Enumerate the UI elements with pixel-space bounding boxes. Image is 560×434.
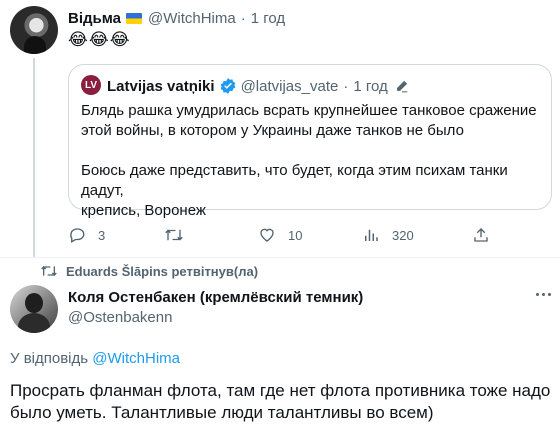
author-handle[interactable]: @Ostenbakenn <box>68 309 172 326</box>
tweet-actions: 3 10 320 <box>68 226 498 246</box>
reply-count: 3 <box>98 227 106 243</box>
retweeted-by-label[interactable]: Eduards Šlāpins ретвітнув(ла) <box>66 263 258 279</box>
author-name[interactable]: Коля Остенбакен (кремлёвский темник) <box>68 289 363 306</box>
share-button[interactable] <box>472 226 490 244</box>
quoted-avatar[interactable]: LV <box>81 75 101 95</box>
thread-line <box>33 58 35 258</box>
quoted-tweet-header: Latvijas vatņiki @latvijas_vate · 1 год <box>107 76 410 96</box>
like-button[interactable]: 10 <box>258 226 302 244</box>
views-button[interactable]: 320 <box>362 226 414 244</box>
reply-context: У відповідь @WitchHima <box>10 350 180 367</box>
like-count: 10 <box>288 227 303 243</box>
tweet-text: 😂😂😂 <box>68 30 131 49</box>
edited-pencil-icon[interactable] <box>394 78 410 94</box>
more-options-icon[interactable] <box>536 293 551 296</box>
tweet[interactable]: Відьма @WitchHima · 1 год 😂😂😂 LV Latvija… <box>0 0 560 258</box>
view-count: 320 <box>392 227 414 243</box>
retweet-indicator-icon <box>40 263 58 279</box>
reply-mention-link[interactable]: @WitchHima <box>92 350 180 367</box>
heart-icon <box>258 226 276 244</box>
avatar[interactable] <box>10 285 58 333</box>
retweet-icon <box>164 226 184 244</box>
quoted-tweet-card[interactable]: LV Latvijas vatņiki @latvijas_vate · 1 г… <box>68 64 552 219</box>
quoted-author-name[interactable]: Latvijas vatņiki <box>107 78 215 95</box>
separator-dot: · <box>240 9 246 27</box>
quoted-author-handle[interactable]: @latvijas_vate <box>241 78 339 95</box>
verified-badge-icon <box>219 77 237 95</box>
tweet-text: Просрать фланман флота, там где нет флот… <box>10 381 551 422</box>
author-handle[interactable]: @WitchHima <box>148 10 236 27</box>
reply-button[interactable]: 3 <box>68 226 105 244</box>
reply-icon <box>68 226 86 244</box>
divider <box>0 257 560 258</box>
author-name[interactable]: Відьма <box>68 10 121 27</box>
retweet-button[interactable] <box>164 226 196 244</box>
tweet-header: Відьма @WitchHima · 1 год <box>68 8 285 28</box>
quoted-tweet-text: Блядь рашка умудрилась всрать крупнейшее… <box>81 102 537 219</box>
avatar[interactable] <box>10 6 58 54</box>
views-chart-icon <box>362 226 380 244</box>
separator-dot: · <box>343 77 349 95</box>
ukraine-flag-icon <box>125 12 142 24</box>
quoted-timestamp[interactable]: 1 год <box>353 78 387 95</box>
reply-prefix: У відповідь <box>10 350 89 367</box>
timestamp[interactable]: 1 год <box>251 10 285 27</box>
share-icon <box>472 226 490 244</box>
